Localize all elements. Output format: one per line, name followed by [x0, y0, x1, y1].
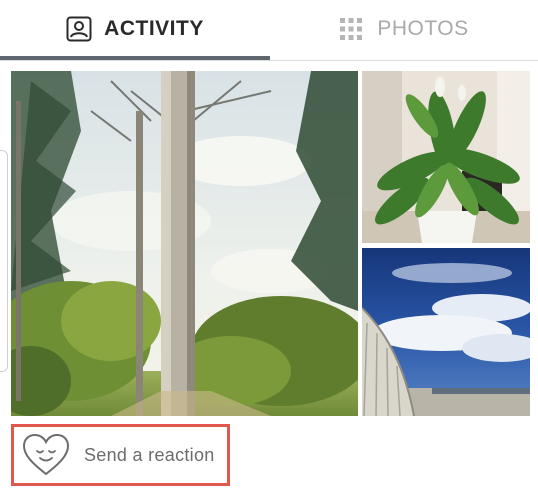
tab-photos-label: PHOTOS	[377, 17, 469, 40]
smiling-heart-icon	[22, 433, 70, 477]
tab-photos[interactable]: PHOTOS	[270, 0, 538, 58]
active-tab-indicator	[0, 56, 270, 60]
photo-plant[interactable]	[362, 71, 530, 243]
tab-activity-label: ACTIVITY	[104, 17, 204, 40]
person-icon	[66, 16, 92, 42]
tab-activity[interactable]: ACTIVITY	[0, 0, 270, 58]
send-reaction-button[interactable]: Send a reaction	[11, 424, 230, 486]
send-reaction-label: Send a reaction	[84, 444, 215, 465]
photo-sky[interactable]	[362, 248, 530, 416]
tab-bar: ACTIVITY PHOTOS	[0, 0, 538, 61]
photo-trees[interactable]	[11, 71, 358, 416]
grid-icon	[339, 17, 363, 41]
side-drawer-handle[interactable]	[0, 150, 8, 372]
activity-screen: ACTIVITY PHOTOS Send a reaction	[0, 0, 538, 496]
